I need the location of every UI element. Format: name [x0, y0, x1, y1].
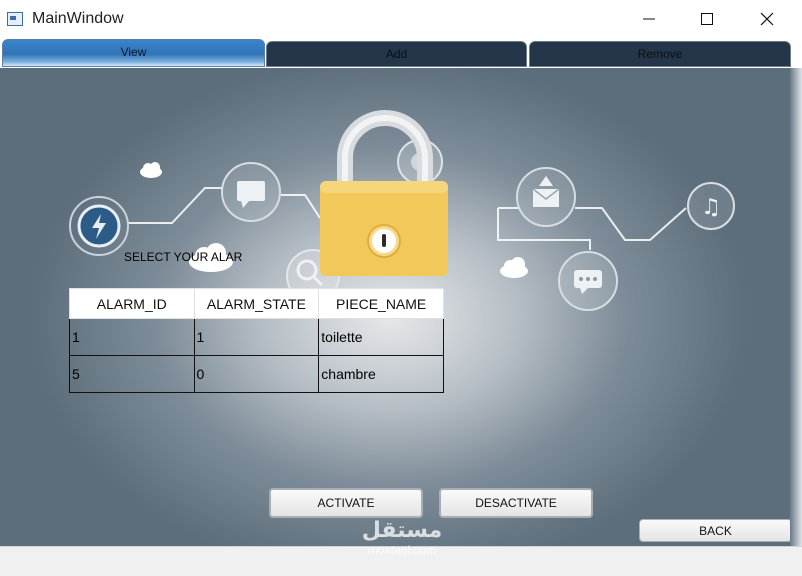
column-header-alarm-state[interactable]: ALARM_STATE: [193, 288, 320, 319]
watermark-latin: mostaql.com: [367, 543, 437, 557]
column-header-alarm-id[interactable]: ALARM_ID: [69, 288, 195, 319]
lock-icon: [320, 110, 448, 276]
svg-text:♫: ♫: [701, 195, 721, 220]
maximize-icon: [701, 13, 713, 25]
cell-alarm-id[interactable]: 1: [69, 318, 195, 356]
mail-icon: [516, 167, 576, 227]
table-row[interactable]: 1 1 toilette: [69, 318, 444, 356]
cell-alarm-id[interactable]: 5: [69, 355, 195, 393]
cell-piece-name[interactable]: chambre: [318, 355, 444, 393]
minimize-button[interactable]: [620, 0, 678, 38]
alarm-table[interactable]: ALARM_ID ALARM_STATE PIECE_NAME 1 1 toil…: [69, 288, 444, 393]
window-title: MainWindow: [32, 10, 124, 27]
app-window-icon: [7, 12, 23, 26]
lightning-icon: [69, 196, 129, 256]
back-button[interactable]: BACK: [639, 519, 792, 542]
table-row[interactable]: 5 0 chambre: [69, 355, 444, 393]
chat-icon: [221, 162, 281, 222]
music-icon: ♫: [687, 182, 735, 230]
column-header-piece-name[interactable]: PIECE_NAME: [318, 288, 444, 319]
activate-button[interactable]: ACTIVATE: [269, 488, 423, 518]
cell-alarm-state[interactable]: 0: [193, 355, 320, 393]
deactivate-button[interactable]: DESACTIVATE: [439, 488, 593, 518]
minimize-icon: [643, 18, 655, 20]
close-button[interactable]: [738, 0, 796, 38]
cell-piece-name[interactable]: toilette: [318, 318, 444, 356]
tab-add[interactable]: Add: [266, 41, 527, 67]
watermark: مستقل mostaql.com: [352, 518, 452, 556]
maximize-button[interactable]: [678, 0, 736, 38]
panel-edge: [790, 68, 802, 546]
close-icon: [760, 12, 774, 26]
select-alarm-label: SELECT YOUR ALAR: [124, 250, 243, 264]
message-icon: [558, 251, 618, 311]
cell-alarm-state[interactable]: 1: [193, 318, 320, 356]
tab-bar: View Add Remove: [0, 38, 802, 68]
tab-remove[interactable]: Remove: [529, 41, 791, 67]
view-panel: ♫ SELECT YOUR ALAR ALARM_ID ALARM_STATE …: [0, 68, 802, 546]
title-bar: MainWindow: [0, 0, 802, 38]
table-header-row: ALARM_ID ALARM_STATE PIECE_NAME: [69, 288, 444, 319]
tab-view[interactable]: View: [2, 39, 265, 67]
watermark-arabic: مستقل: [361, 518, 443, 543]
